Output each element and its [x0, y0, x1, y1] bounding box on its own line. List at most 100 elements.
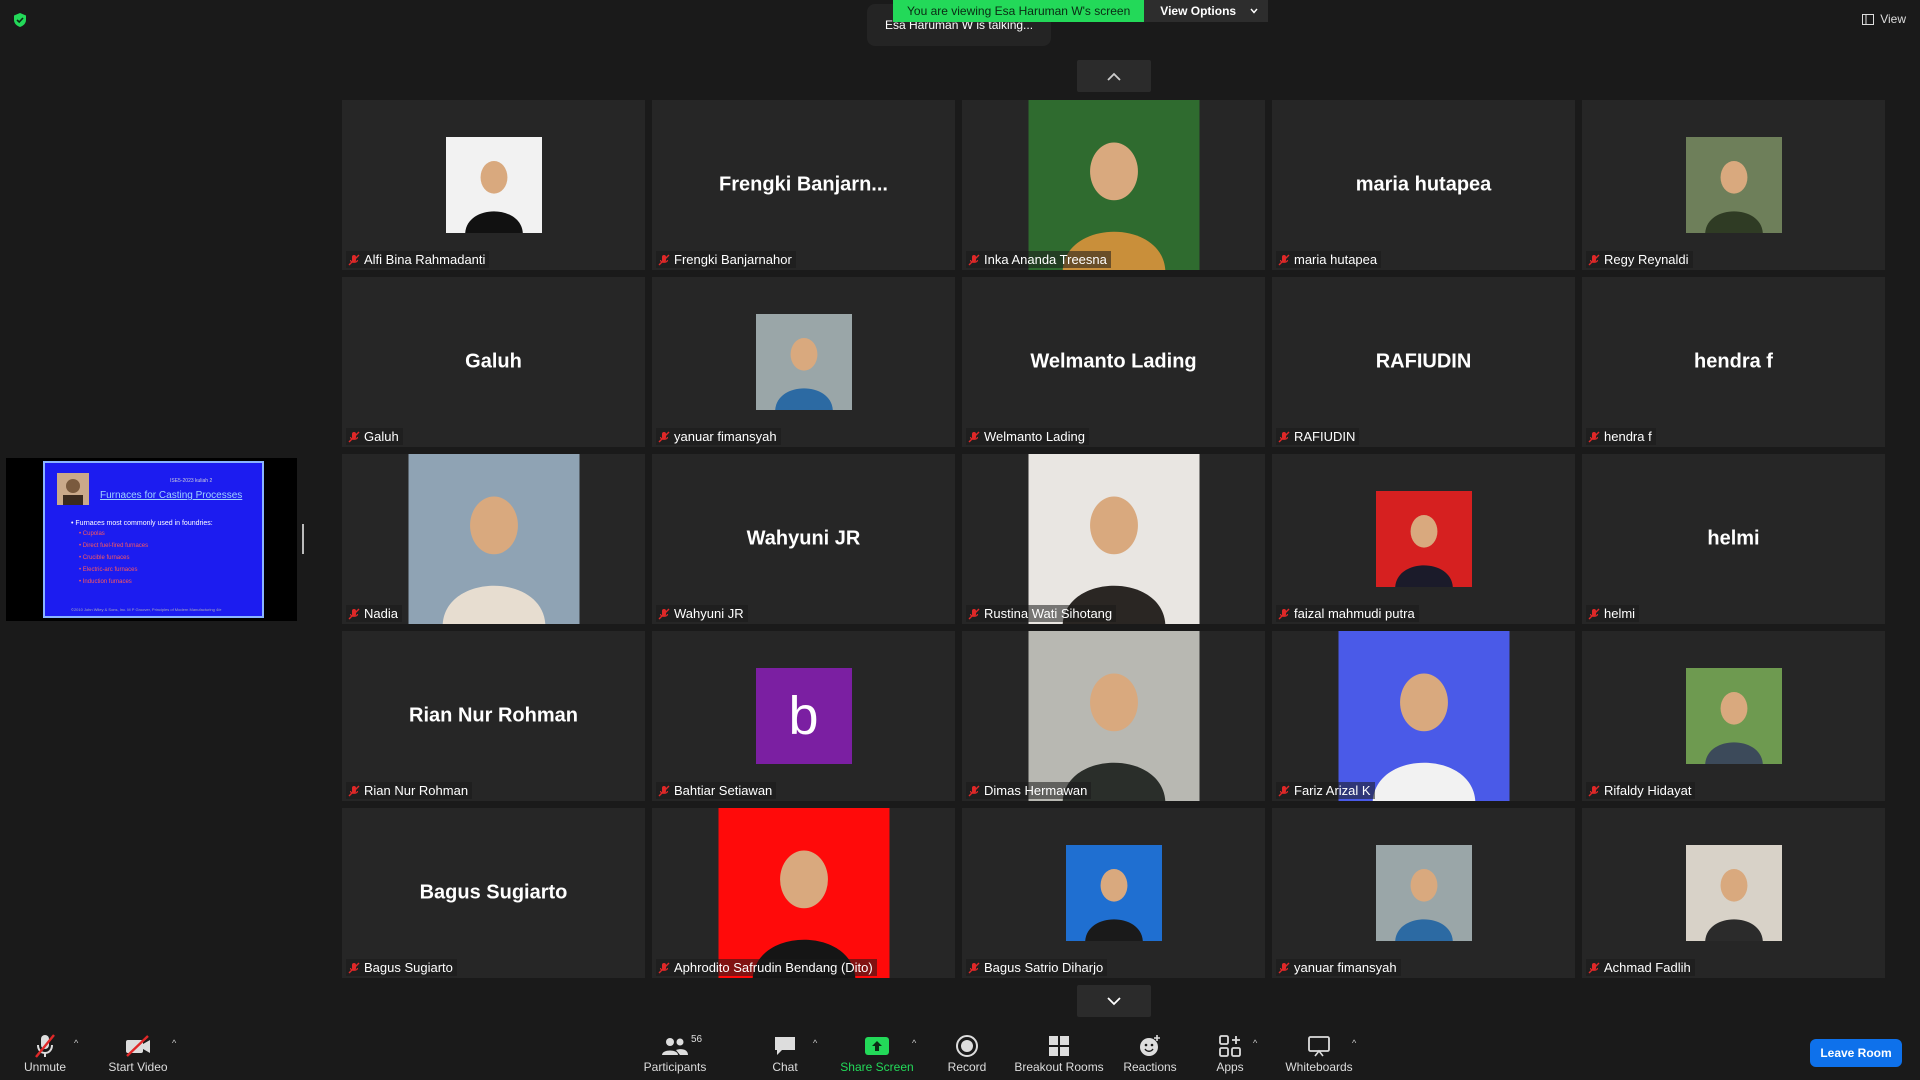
participants-label: Participants [643, 1060, 707, 1074]
participant-tile[interactable]: Rifaldy Hidayat [1582, 631, 1885, 801]
slide-title: Furnaces for Casting Processes [100, 490, 243, 501]
share-screen-button[interactable]: Share Screen [838, 1022, 916, 1080]
slide-bullet: • Crucible furnaces [79, 555, 130, 561]
view-button[interactable]: View [1862, 12, 1906, 26]
gallery-previous-page-button[interactable] [1077, 60, 1151, 92]
participant-tile[interactable]: Bagus Satrio Diharjo [962, 808, 1265, 978]
participant-tile[interactable]: Frengki Banjarn... Frengki Banjarnahor [652, 100, 955, 270]
participant-tile[interactable]: hendra f hendra f [1582, 277, 1885, 447]
participant-name: Nadia [364, 606, 398, 621]
participant-name-label: yanuar fimansyah [656, 428, 781, 445]
participant-video-image [1338, 631, 1509, 801]
security-shield-icon[interactable] [12, 12, 28, 28]
start-video-button[interactable]: Start Video [106, 1022, 170, 1080]
participant-name-label: Dimas Hermawan [966, 782, 1092, 799]
chevron-down-icon [1250, 8, 1258, 14]
video-off-icon [126, 1035, 150, 1057]
reactions-button[interactable]: Reactions [1122, 1022, 1178, 1080]
microphone-muted-icon [1278, 785, 1290, 796]
leave-room-button[interactable]: Leave Room [1810, 1039, 1902, 1067]
participant-tile[interactable]: Rustina Wati Sihotang [962, 454, 1265, 624]
participant-name-label: RAFIUDIN [1276, 428, 1360, 445]
record-button[interactable]: Record [944, 1022, 990, 1080]
participant-tile[interactable]: Welmanto Lading Welmanto Lading [962, 277, 1265, 447]
participant-tile[interactable]: Aphrodito Safrudin Bendang (Dito) [652, 808, 955, 978]
participant-name: Rian Nur Rohman [364, 783, 469, 798]
breakout-rooms-icon [1049, 1036, 1069, 1056]
unmute-label: Unmute [23, 1060, 67, 1074]
participant-tile[interactable]: Inka Ananda Treesna [962, 100, 1265, 270]
participant-name: Bahtiar Setiawan [674, 783, 773, 798]
participant-name-label: Achmad Fadlih [1586, 959, 1695, 976]
breakout-rooms-button[interactable]: Breakout Rooms [1013, 1022, 1105, 1080]
participant-tile[interactable]: Rian Nur Rohman Rian Nur Rohman [342, 631, 645, 801]
microphone-muted-icon [658, 962, 670, 973]
slide-bullet: • Induction furnaces [79, 579, 132, 585]
participant-name-label: Bagus Sugiarto [346, 959, 457, 976]
meeting-toolbar: Unmute ^ Start Video ^ Participants 56 C… [0, 1022, 1920, 1080]
participant-name: yanuar fimansyah [674, 429, 777, 444]
microphone-muted-icon [658, 608, 670, 619]
record-label: Record [947, 1060, 987, 1074]
participant-tile[interactable]: Achmad Fadlih [1582, 808, 1885, 978]
microphone-muted-icon [348, 962, 360, 973]
slide-bullet: • Direct fuel-fired furnaces [79, 543, 149, 549]
view-options-button[interactable]: View Options [1144, 0, 1269, 22]
participant-tile[interactable]: helmi helmi [1582, 454, 1885, 624]
audio-options-caret[interactable]: ^ [74, 1038, 78, 1048]
participant-tile[interactable]: Dimas Hermawan [962, 631, 1265, 801]
participant-name: RAFIUDIN [1294, 429, 1356, 444]
unmute-button[interactable]: Unmute [20, 1022, 70, 1080]
participant-display-name: Bagus Sugiarto [419, 881, 568, 904]
participant-tile[interactable]: RAFIUDIN RAFIUDIN [1272, 277, 1575, 447]
microphone-muted-icon [348, 608, 360, 619]
apps-button[interactable]: Apps [1213, 1022, 1247, 1080]
whiteboards-button[interactable]: Whiteboards [1284, 1022, 1354, 1080]
participant-display-name: RAFIUDIN [1375, 350, 1472, 373]
participant-name-label: faizal mahmudi putra [1276, 605, 1419, 622]
participant-tile[interactable]: b Bahtiar Setiawan [652, 631, 955, 801]
participant-name-label: yanuar fimansyah [1276, 959, 1401, 976]
participant-name: maria hutapea [1294, 252, 1378, 267]
share-screen-icon [865, 1037, 889, 1055]
participant-tile[interactable]: Nadia [342, 454, 645, 624]
chat-button[interactable]: Chat [765, 1022, 805, 1080]
participant-tile[interactable]: maria hutapea maria hutapea [1272, 100, 1575, 270]
participant-video-image [1028, 631, 1199, 801]
participant-tile[interactable]: Fariz Arizal K [1272, 631, 1575, 801]
microphone-muted-icon [658, 431, 670, 442]
view-options-label: View Options [1160, 4, 1237, 18]
participant-tile[interactable]: Galuh Galuh [342, 277, 645, 447]
whiteboards-options-caret[interactable]: ^ [1352, 1038, 1356, 1048]
share-options-caret[interactable]: ^ [912, 1038, 916, 1048]
microphone-muted-icon [1588, 608, 1600, 619]
chat-options-caret[interactable]: ^ [813, 1038, 817, 1048]
video-options-caret[interactable]: ^ [172, 1038, 176, 1048]
participant-tile[interactable]: yanuar fimansyah [1272, 808, 1575, 978]
share-screen-label: Share Screen [840, 1060, 914, 1074]
shared-screen-thumbnail[interactable]: ISE5-2023 kuliah 2 Furnaces for Casting … [6, 458, 297, 621]
participant-video-image [718, 808, 889, 978]
participant-display-name: Welmanto Lading [1030, 350, 1197, 373]
participant-gallery: Alfi Bina Rahmadanti Frengki Banjarn... Fr… [342, 100, 1888, 980]
participant-tile[interactable]: Bagus Sugiarto Bagus Sugiarto [342, 808, 645, 978]
microphone-muted-icon [348, 431, 360, 442]
chevron-down-icon [1107, 996, 1121, 1005]
participant-tile[interactable]: Regy Reynaldi [1582, 100, 1885, 270]
participant-display-name: hendra f [1694, 350, 1773, 373]
apps-options-caret[interactable]: ^ [1253, 1038, 1257, 1048]
microphone-muted-icon [1588, 962, 1600, 973]
gallery-next-page-button[interactable] [1077, 985, 1151, 1017]
microphone-muted-icon [1588, 785, 1600, 796]
slide-bullet: • Cupolas [79, 531, 105, 537]
viewing-screen-label: You are viewing Esa Haruman W's screen [893, 0, 1145, 22]
panel-resize-handle[interactable] [302, 524, 304, 554]
participants-button[interactable]: Participants [640, 1022, 710, 1080]
participant-tile[interactable]: faizal mahmudi putra [1272, 454, 1575, 624]
whiteboards-label: Whiteboards [1285, 1060, 1353, 1074]
participant-display-name: maria hutapea [1355, 173, 1492, 196]
participant-tile[interactable]: yanuar fimansyah [652, 277, 955, 447]
participant-tile[interactable]: Wahyuni JR Wahyuni JR [652, 454, 955, 624]
participant-tile[interactable]: Alfi Bina Rahmadanti [342, 100, 645, 270]
participant-video-image [1685, 668, 1782, 764]
